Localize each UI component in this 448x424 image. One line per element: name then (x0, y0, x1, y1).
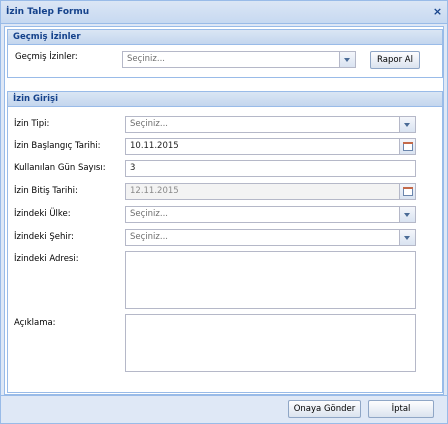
past-leaves-combo-value: Seçiniz... (127, 54, 165, 64)
days-used-field[interactable]: 3 (125, 160, 416, 177)
report-button[interactable]: Rapor Al (370, 51, 420, 69)
footer-divider (1, 395, 447, 396)
chevron-down-icon[interactable] (339, 52, 355, 67)
past-leaves-section-title: Geçmiş İzinler (8, 30, 442, 45)
address-label: İzindeki Adresi: (14, 254, 79, 264)
form-body: Geçmiş İzinler Geçmiş İzinler: Seçiniz..… (4, 26, 444, 395)
start-date-label: İzin Başlangıç Tarihi: (14, 141, 101, 151)
leave-entry-section: İzin Girişi İzin Tipi: Seçiniz... İzin B… (7, 91, 443, 393)
close-icon[interactable]: × (432, 6, 443, 17)
note-label: Açıklama: (14, 318, 56, 328)
city-combo[interactable]: Seçiniz... (125, 229, 416, 246)
past-leaves-label: Geçmiş İzinler: (15, 52, 78, 62)
leave-request-window: İzin Talep Formu × Geçmiş İzinler Geçmiş… (0, 0, 448, 424)
city-label: İzindeki Şehir: (14, 232, 74, 242)
calendar-icon (399, 184, 415, 199)
window-titlebar[interactable]: İzin Talep Formu × (1, 1, 447, 24)
note-textarea[interactable] (125, 314, 416, 372)
end-date-label: İzin Bitiş Tarihi: (14, 186, 78, 196)
cancel-button[interactable]: İptal (368, 400, 434, 418)
chevron-down-icon[interactable] (399, 230, 415, 245)
window-title: İzin Talep Formu (6, 7, 90, 17)
leave-type-label: İzin Tipi: (14, 119, 50, 129)
leave-type-value: Seçiniz... (130, 119, 168, 129)
country-value: Seçiniz... (130, 209, 168, 219)
chevron-down-icon[interactable] (399, 117, 415, 132)
city-value: Seçiniz... (130, 232, 168, 242)
start-date-value: 10.11.2015 (130, 141, 179, 151)
calendar-icon[interactable] (399, 139, 415, 154)
country-label: İzindeki Ülke: (14, 209, 71, 219)
end-date-field: 12.11.2015 (125, 183, 416, 200)
past-leaves-combo[interactable]: Seçiniz... (122, 51, 356, 68)
start-date-field[interactable]: 10.11.2015 (125, 138, 416, 155)
leave-type-combo[interactable]: Seçiniz... (125, 116, 416, 133)
past-leaves-section: Geçmiş İzinler Geçmiş İzinler: Seçiniz..… (7, 29, 443, 78)
days-used-label: Kullanılan Gün Sayısı: (14, 163, 106, 173)
chevron-down-icon[interactable] (399, 207, 415, 222)
days-used-value: 3 (130, 163, 136, 173)
country-combo[interactable]: Seçiniz... (125, 206, 416, 223)
submit-for-approval-button[interactable]: Onaya Gönder (288, 400, 361, 418)
leave-entry-section-title: İzin Girişi (8, 92, 442, 107)
address-textarea[interactable] (125, 251, 416, 309)
end-date-value: 12.11.2015 (130, 186, 179, 196)
